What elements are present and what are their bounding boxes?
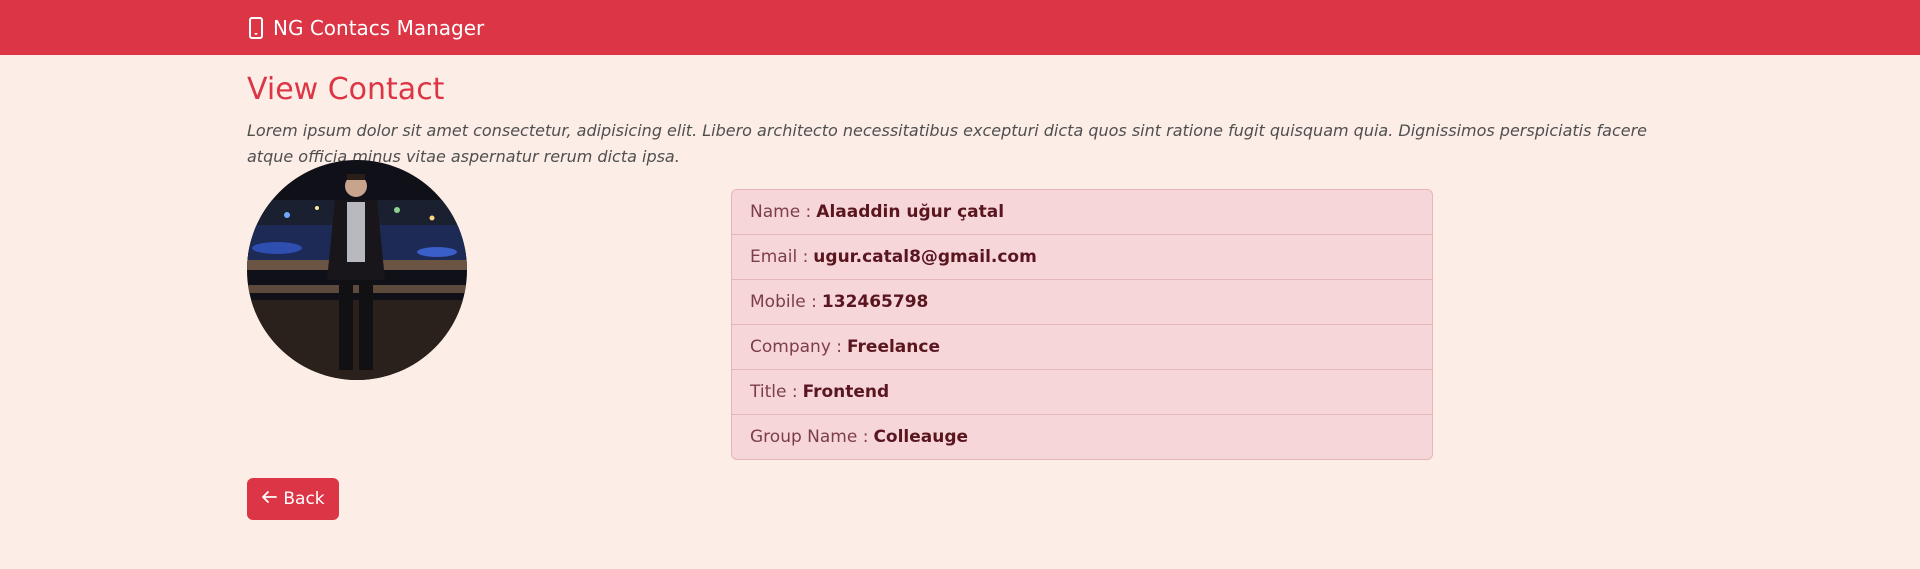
page-title: View Contact (247, 72, 445, 107)
contact-field-mobile: Mobile : 132465798 (732, 280, 1432, 325)
field-label: Title : (750, 382, 798, 402)
contact-field-name: Name : Alaaddin uğur çatal (732, 190, 1432, 235)
page-description: Lorem ipsum dolor sit amet consectetur, … (247, 121, 1648, 166)
field-value: Colleauge (873, 427, 969, 447)
field-value: Alaaddin uğur çatal (816, 202, 1005, 222)
field-value: Freelance (847, 337, 940, 357)
contact-field-group: Group Name : Colleauge (732, 415, 1432, 459)
field-label: Name : (750, 202, 812, 222)
field-value: ugur.catal8@gmail.com (813, 247, 1037, 267)
contact-field-company: Company : Freelance (732, 325, 1432, 370)
back-button[interactable]: Back (247, 478, 339, 520)
contact-field-title: Title : Frontend (732, 370, 1432, 415)
arrow-left-icon (261, 489, 278, 509)
contact-details-list: Name : Alaaddin uğur çatal Email : ugur.… (731, 189, 1433, 460)
contact-field-email: Email : ugur.catal8@gmail.com (732, 235, 1432, 280)
brand[interactable]: NG Contacs Manager (247, 16, 484, 40)
field-value: 132465798 (821, 292, 929, 312)
field-label: Mobile : (750, 292, 817, 312)
field-label: Email : (750, 247, 809, 267)
field-label: Company : (750, 337, 843, 357)
field-label: Group Name : (750, 427, 869, 447)
avatar (247, 160, 467, 380)
brand-label: NG Contacs Manager (273, 15, 485, 40)
back-button-label: Back (283, 489, 325, 509)
field-value: Frontend (802, 382, 890, 402)
main-content: View Contact Lorem ipsum dolor sit amet … (0, 72, 1657, 170)
phone-icon (247, 16, 265, 40)
navbar: NG Contacs Manager (0, 0, 1920, 55)
